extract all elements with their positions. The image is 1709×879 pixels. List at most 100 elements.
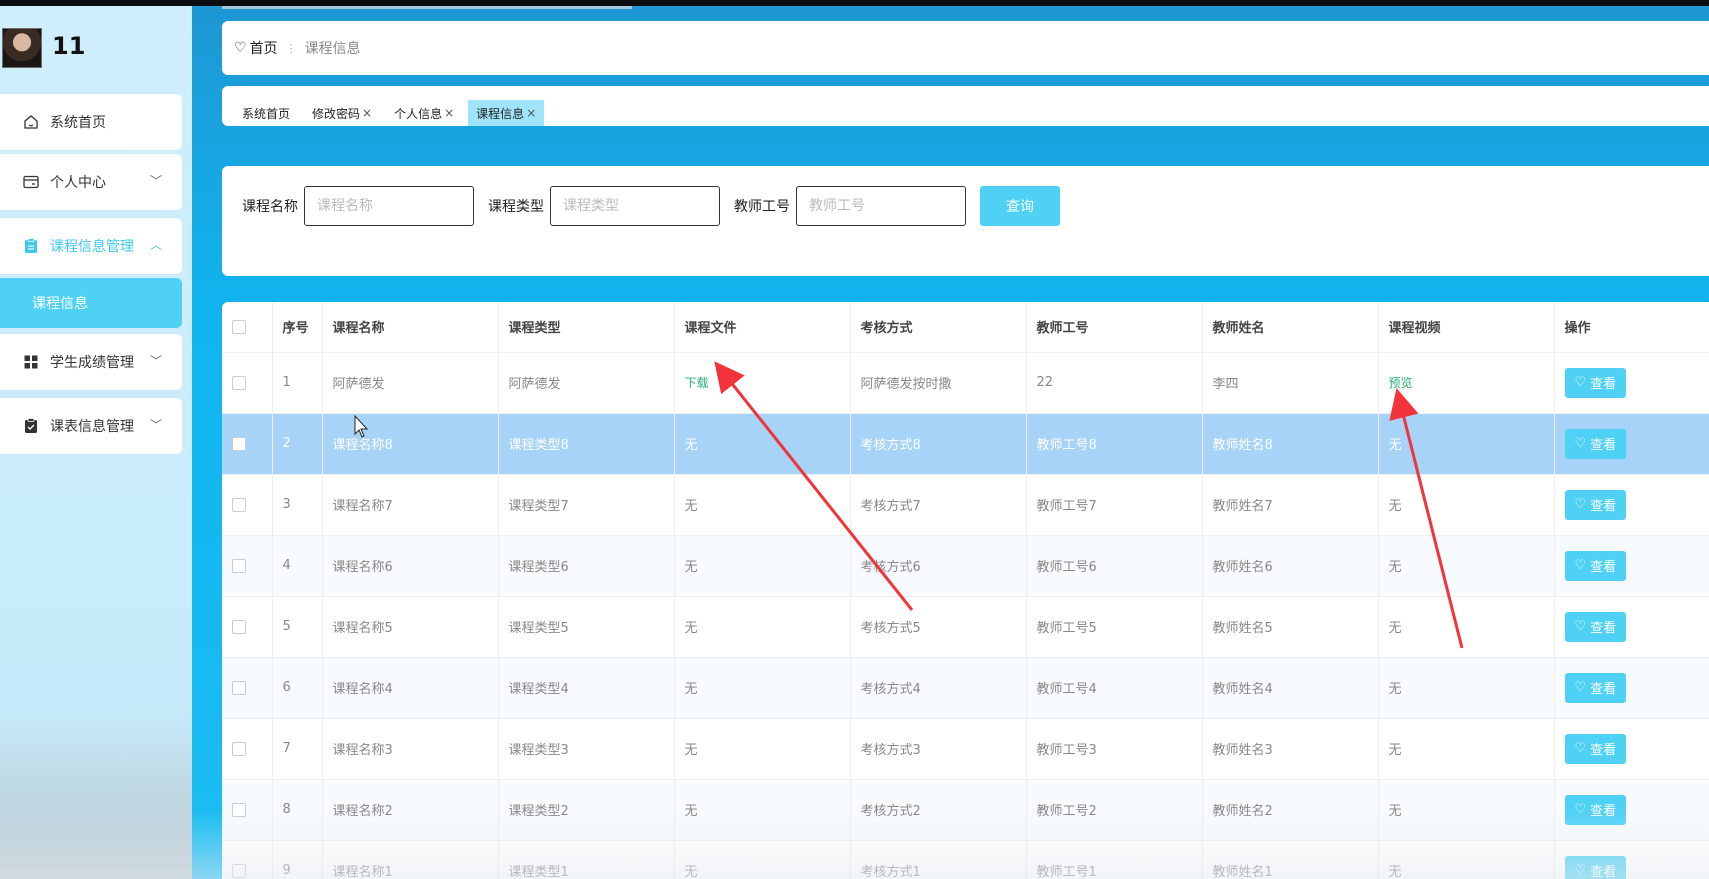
view-button[interactable]: ♡ 查看 (1564, 489, 1627, 520)
close-icon[interactable]: × (362, 106, 372, 120)
sidebar-item-course-management[interactable]: 课程信息管理 ︿ (0, 218, 182, 274)
download-link[interactable]: 下载 (685, 376, 709, 390)
row-checkbox-cell[interactable] (222, 596, 273, 658)
course-type-cell: 课程类型5 (498, 596, 675, 658)
actions-cell: ♡ 查看 (1554, 657, 1709, 719)
view-button-label: 查看 (1590, 682, 1617, 697)
row-index-cell: 7 (272, 718, 323, 780)
teacher-name: 教师姓名1 (1212, 865, 1273, 879)
tab-home[interactable]: 系统首页 (234, 100, 298, 126)
row-index-cell: 1 (272, 352, 323, 414)
tabs-bar: 系统首页 修改密码 × 个人信息 × 课程信息 × (222, 86, 1709, 126)
row-checkbox-cell[interactable] (222, 352, 273, 414)
course-video: 无 (1388, 560, 1402, 575)
row-checkbox[interactable] (232, 802, 246, 817)
teacher-name-cell: 教师姓名2 (1202, 779, 1379, 841)
row-checkbox[interactable] (232, 558, 246, 573)
sidebar-subitem-course-info[interactable]: 课程信息 (0, 278, 182, 328)
course-name: 课程名称2 (332, 804, 393, 819)
view-button[interactable]: ♡ 查看 (1564, 733, 1627, 764)
tab-course-info[interactable]: 课程信息 × (468, 100, 545, 126)
table-row[interactable]: 3 课程名称7 课程类型7 无 考核方式7 教师工号7 教师姓名7 无 ♡ 查看 (222, 474, 1709, 536)
row-checkbox[interactable] (232, 680, 246, 695)
course-file: 无 (684, 499, 698, 514)
course-type: 课程类型6 (508, 560, 569, 575)
course-file: 无 (684, 682, 698, 697)
exam-method-cell: 考核方式4 (850, 657, 1027, 719)
row-checkbox[interactable] (232, 619, 246, 634)
course-video-cell: 无 (1378, 718, 1555, 780)
row-checkbox-cell[interactable] (222, 779, 273, 841)
table-row[interactable]: 6 课程名称4 课程类型4 无 考核方式4 教师工号4 教师姓名4 无 ♡ 查看 (222, 657, 1709, 719)
view-button[interactable]: ♡ 查看 (1564, 794, 1627, 825)
table-row[interactable]: 4 课程名称6 课程类型6 无 考核方式6 教师工号6 教师姓名6 无 ♡ 查看 (222, 535, 1709, 597)
course-type-cell: 课程类型6 (498, 535, 675, 597)
teacher-name-cell: 教师姓名3 (1202, 718, 1379, 780)
row-checkbox[interactable] (232, 497, 246, 512)
row-checkbox[interactable] (232, 863, 246, 878)
sidebar-item-grade-management[interactable]: 学生成绩管理 ﹀ (0, 334, 182, 390)
row-checkbox-cell[interactable] (222, 535, 273, 597)
course-video-cell: 无 (1378, 779, 1555, 841)
row-checkbox[interactable] (232, 741, 246, 756)
course-name: 阿萨德发 (332, 377, 385, 392)
actions-cell: ♡ 查看 (1554, 840, 1709, 879)
course-name-cell: 课程名称7 (322, 474, 499, 536)
sidebar-item-label: 学生成绩管理 (50, 355, 134, 371)
table-row[interactable]: 2 课程名称8 课程类型8 无 考核方式8 教师工号8 教师姓名8 无 ♡ 查看 (222, 413, 1709, 475)
user-profile: 11 (0, 26, 190, 70)
view-button[interactable]: ♡ 查看 (1564, 550, 1627, 581)
teacher-name: 教师姓名5 (1212, 621, 1273, 636)
breadcrumb-home[interactable]: ♡ 首页 (234, 38, 278, 58)
row-checkbox[interactable] (232, 375, 246, 390)
exam-method-cell: 考核方式2 (850, 779, 1027, 841)
sidebar-item-personal-center[interactable]: 个人中心 ﹀ (0, 154, 182, 210)
sidebar-item-label: 系统首页 (50, 115, 106, 131)
select-all-checkbox[interactable] (232, 319, 246, 334)
view-button[interactable]: ♡ 查看 (1564, 855, 1627, 879)
sidebar-item-home[interactable]: 系统首页 (0, 94, 182, 150)
avatar[interactable] (2, 28, 42, 68)
row-checkbox-cell[interactable] (222, 657, 273, 719)
table-row[interactable]: 7 课程名称3 课程类型3 无 考核方式3 教师工号3 教师姓名3 无 ♡ 查看 (222, 718, 1709, 780)
course-type-input[interactable] (550, 186, 720, 226)
view-button[interactable]: ♡ 查看 (1564, 672, 1627, 703)
tab-change-password[interactable]: 修改密码 × (304, 100, 380, 126)
sidebar-item-schedule-management[interactable]: 课表信息管理 ﹀ (0, 398, 182, 454)
course-type: 阿萨德发 (508, 377, 561, 392)
view-button[interactable]: ♡ 查看 (1564, 367, 1627, 398)
table-row[interactable]: 9 课程名称1 课程类型1 无 考核方式1 教师工号1 教师姓名1 无 ♡ 查看 (222, 840, 1709, 879)
close-icon[interactable]: × (526, 106, 536, 120)
row-checkbox-cell[interactable] (222, 840, 273, 879)
preview-link[interactable]: 预览 (1389, 376, 1413, 390)
course-name-field: 课程名称 (242, 186, 474, 226)
teacher-name-cell: 李四 (1202, 352, 1379, 414)
card-icon (22, 173, 40, 191)
row-checkbox[interactable] (232, 436, 246, 451)
query-button[interactable]: 查询 (980, 186, 1060, 226)
course-type: 课程类型8 (508, 438, 569, 453)
course-name-input[interactable] (304, 186, 474, 226)
teacher-name-cell: 教师姓名5 (1202, 596, 1379, 658)
close-icon[interactable]: × (444, 106, 454, 120)
table-row[interactable]: 8 课程名称2 课程类型2 无 考核方式2 教师工号2 教师姓名2 无 ♡ 查看 (222, 779, 1709, 841)
heart-icon: ♡ (1574, 863, 1587, 878)
course-name-cell: 课程名称5 (322, 596, 499, 658)
row-checkbox-cell[interactable] (222, 718, 273, 780)
exam-method: 考核方式5 (860, 621, 921, 636)
exam-method-cell: 考核方式3 (850, 718, 1027, 780)
row-checkbox-cell[interactable] (222, 413, 273, 475)
exam-method: 考核方式8 (860, 438, 921, 453)
table-header-row: 序号 课程名称 课程类型 课程文件 考核方式 教师工号 教师姓名 课程视频 操作 (222, 302, 1709, 353)
select-all-checkbox-cell[interactable] (222, 302, 273, 353)
tab-personal-info[interactable]: 个人信息 × (386, 100, 462, 126)
table-row[interactable]: 1 阿萨德发 阿萨德发 下载 阿萨德发按时撒 22 李四 预览 ♡ 查看 (222, 352, 1709, 414)
view-button[interactable]: ♡ 查看 (1564, 428, 1627, 459)
course-video: 无 (1388, 865, 1402, 879)
table-row[interactable]: 5 课程名称5 课程类型5 无 考核方式5 教师工号5 教师姓名5 无 ♡ 查看 (222, 596, 1709, 658)
teacher-id-input[interactable] (796, 186, 966, 226)
course-file-cell: 无 (674, 779, 851, 841)
view-button[interactable]: ♡ 查看 (1564, 611, 1627, 642)
row-checkbox-cell[interactable] (222, 474, 273, 536)
course-video-cell: 无 (1378, 596, 1555, 658)
